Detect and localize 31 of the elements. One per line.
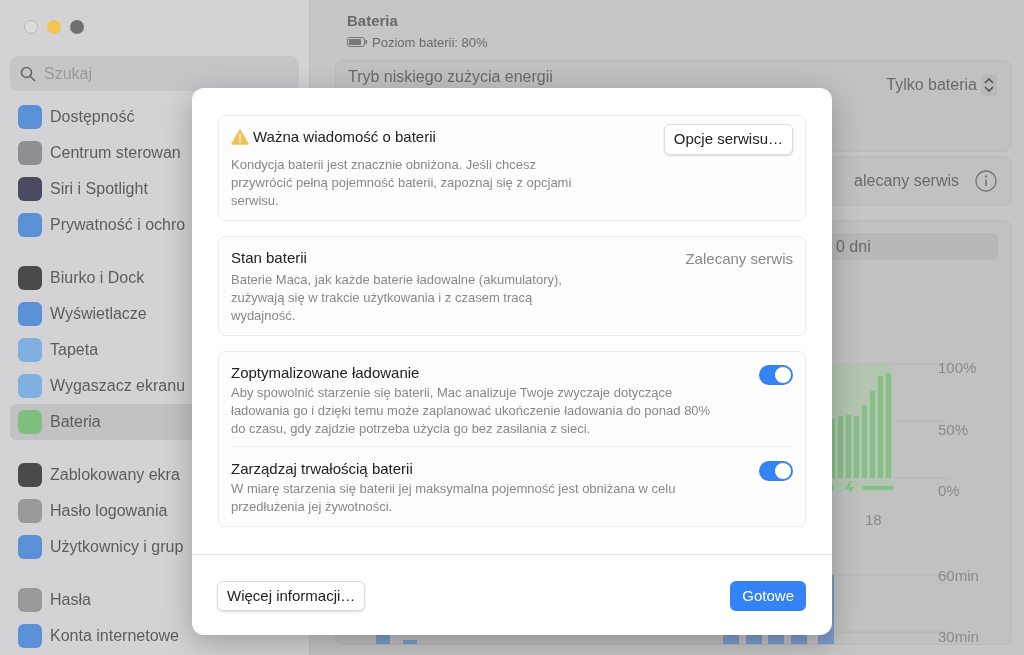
lightning-bolt-icon xyxy=(845,481,854,492)
more-info-button[interactable]: Więcej informacji… xyxy=(217,580,366,611)
chart-bar xyxy=(838,416,843,478)
health-value: alecany serwis xyxy=(854,171,959,191)
done-button[interactable]: Gotowe xyxy=(730,580,806,611)
section-description: Kondycja baterii jest znacznie obniżona. Jeśli chcesz przywrócić pełną pojemność baterii, zapoznaj się z opcjami serwisu. xyxy=(231,155,573,210)
sidebar-item[interactable]: Konta internetowe xyxy=(10,618,299,654)
search-icon xyxy=(20,65,36,82)
toggle-switch[interactable] xyxy=(759,461,793,481)
chart-bar xyxy=(854,416,859,478)
toggle-switch[interactable] xyxy=(759,365,793,385)
stepper-icon xyxy=(981,74,997,96)
warning-icon xyxy=(231,129,249,145)
zoom-window-button[interactable] xyxy=(70,20,84,34)
battery-icon xyxy=(347,37,367,48)
popup-value[interactable]: Tylko bateria xyxy=(886,73,977,97)
section-title: Ważna wiadomość o baterii xyxy=(253,127,436,147)
info-icon[interactable] xyxy=(975,170,997,192)
chart-bar xyxy=(403,639,417,644)
status-value: Zalecany serwis xyxy=(685,248,793,269)
chart-bar xyxy=(846,415,851,478)
setting-description: W miarę starzenia się baterii jej maksymalna pojemność jest obniżana w celu przedłużenia jej żywotności. xyxy=(231,480,677,516)
section-title: Stan baterii xyxy=(231,247,307,268)
sidebar-item[interactable]: Prywatność i ochro xyxy=(10,207,299,243)
section-description: Baterie Maca, jak każde baterie ładowalne (akumulatory), zużywają się w trakcie użytkowania i z czasem tracą wydajność. xyxy=(231,271,563,325)
setting-label: Tryb niskiego zużycia energii xyxy=(348,67,553,87)
pane-title: Bateria xyxy=(347,11,399,31)
service-options-button[interactable]: Opcje serwisu… xyxy=(663,124,793,155)
battery-level-text: Poziom baterii: 80% xyxy=(372,33,488,52)
setting-title: Zarządzaj trwałością baterii xyxy=(231,459,414,479)
sidebar-item[interactable]: Użytkownicy i grup xyxy=(10,529,299,565)
